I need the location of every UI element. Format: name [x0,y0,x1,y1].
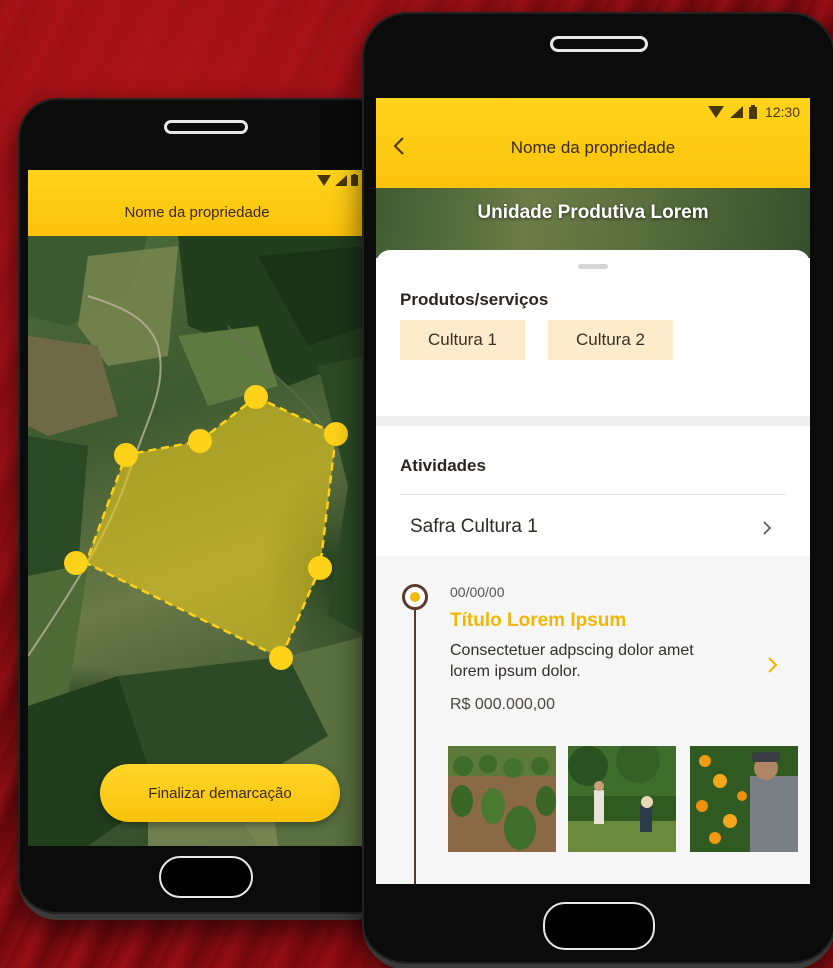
vertex-handle [188,429,212,453]
map-terrain [28,236,366,846]
product-chip[interactable]: Cultura 1 [400,320,525,360]
vertex-handle [64,551,88,575]
vertex-handle [114,443,138,467]
orange-harvest-photo [690,746,798,852]
photo-thumbnail[interactable] [448,746,556,852]
left-screen: Nome da propriedade Finalizar demarcação [28,170,366,846]
timeline-line [414,594,416,884]
timeline-section: 00/00/00 Título Lorem Ipsum Consectetuer… [376,556,810,884]
left-status-bar [317,174,358,186]
battery-icon [748,105,757,119]
signal-icon [335,174,347,186]
speaker-grille [164,120,248,134]
vertex-handle [269,646,293,670]
right-phone: 12:30 Nome da propriedade Unidade Produt… [362,12,833,968]
demarcation-polygon [84,395,338,660]
product-chip[interactable]: Cultura 2 [548,320,673,360]
field-workers-photo [568,746,676,852]
right-screen: 12:30 Nome da propriedade Unidade Produt… [376,98,810,884]
vertex-handle [308,556,332,580]
photo-thumbnail[interactable] [568,746,676,852]
speaker-grille [550,36,648,52]
chevron-right-icon[interactable] [767,656,778,674]
right-status-bar: 12:30 [707,104,800,120]
section-divider [376,416,810,426]
bottom-sheet[interactable]: Produtos/serviços Cultura 1 Cultura 2 At… [376,250,810,884]
divider [400,494,786,495]
hero-banner: Unidade Produtiva Lorem [376,188,810,258]
satellite-map[interactable] [28,236,366,846]
right-page-title: Nome da propriedade [510,138,676,157]
timeline-description: Consectetuer adpscing dolor amet lorem i… [450,642,694,680]
orchard-rows-photo [448,746,556,852]
home-button[interactable] [543,902,655,950]
photo-thumbnail[interactable] [690,746,798,852]
wifi-icon [317,174,331,186]
signal-icon [729,106,743,118]
right-app-bar: 12:30 Nome da propriedade [376,98,810,188]
timeline-date: 00/00/00 [450,584,505,600]
timeline-marker [402,584,428,610]
sheet-drag-handle[interactable] [578,264,608,269]
timeline-price: R$ 000.000,00 [450,696,555,713]
activity-row-label: Safra Cultura 1 [410,516,538,537]
left-page-title: Nome da propriedade [124,204,270,221]
battery-icon [351,174,358,186]
wifi-icon [707,106,724,118]
hero-title: Unidade Produtiva Lorem [477,202,709,223]
products-section-label: Produtos/serviços [400,290,549,309]
activities-section-label: Atividades [400,456,486,475]
home-button[interactable] [159,856,253,898]
vertex-handle [244,385,268,409]
left-phone: Nome da propriedade Finalizar demarcação [18,98,394,920]
status-time: 12:30 [764,104,800,120]
left-app-bar: Nome da propriedade [28,170,366,236]
timeline-title[interactable]: Título Lorem Ipsum [450,610,626,632]
chevron-right-icon [763,521,772,535]
finalize-demarcation-button[interactable]: Finalizar demarcação [100,764,340,822]
vertex-handle [324,422,348,446]
